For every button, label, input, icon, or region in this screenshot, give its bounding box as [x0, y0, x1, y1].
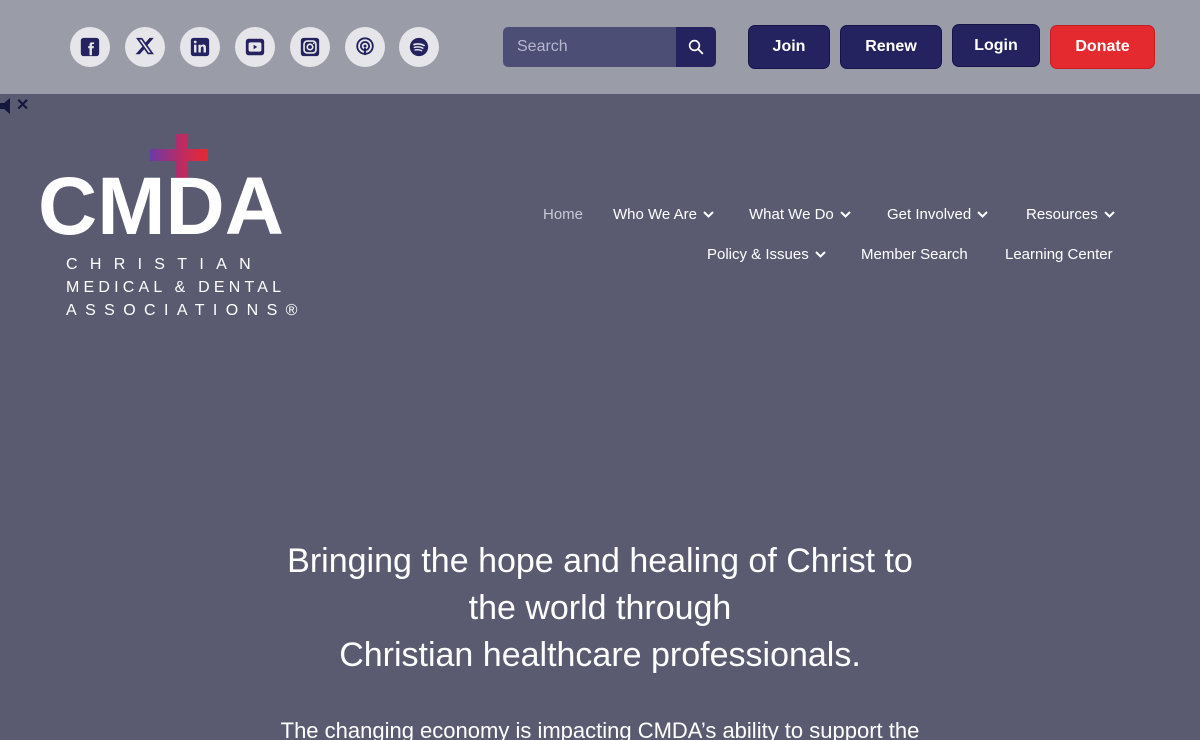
- chevron-down-icon: [1103, 211, 1115, 218]
- top-bar: Join Renew Login Donate: [0, 0, 1200, 94]
- nav-what-we-do[interactable]: What We Do: [749, 206, 851, 223]
- chevron-down-icon: [815, 251, 826, 258]
- nav-resources[interactable]: Resources: [1026, 206, 1115, 223]
- nav-who-we-are[interactable]: Who We Are: [613, 206, 714, 223]
- hero-line-2: the world through: [468, 589, 732, 627]
- search-icon: [688, 39, 704, 55]
- hero-line-1: Bringing the hope and healing of Christ …: [287, 542, 913, 580]
- nav-what-we-do-label: What We Do: [749, 206, 834, 223]
- nav-get-involved-label: Get Involved: [887, 206, 972, 223]
- chevron-down-icon: [840, 211, 851, 218]
- mute-toggle[interactable]: ✕: [0, 98, 29, 114]
- logo-line-christian: CHRISTIAN: [66, 256, 263, 273]
- hero-heading: Bringing the hope and healing of Christ …: [200, 538, 1000, 679]
- search-box: [503, 27, 716, 67]
- logo-line-associations: ASSOCIATIONS®: [66, 302, 306, 319]
- economy-notice-text: The changing economy is impacting CMDA’s…: [280, 718, 920, 740]
- instagram-icon[interactable]: [290, 27, 330, 67]
- nav-policy-issues-label: Policy & Issues: [707, 246, 809, 263]
- nav-learning-center[interactable]: Learning Center: [1005, 246, 1113, 263]
- speaker-muted-icon: [0, 98, 10, 114]
- linkedin-icon[interactable]: [180, 27, 220, 67]
- nav-policy-issues[interactable]: Policy & Issues: [707, 246, 826, 263]
- nav-learning-center-label: Learning Center: [1005, 246, 1113, 263]
- x-twitter-icon[interactable]: [125, 27, 165, 67]
- nav-home[interactable]: Home: [543, 206, 583, 223]
- nav-resources-label: Resources: [1026, 206, 1098, 223]
- search-input[interactable]: [503, 27, 676, 67]
- login-button[interactable]: Login: [952, 24, 1040, 67]
- donate-button[interactable]: Donate: [1050, 25, 1155, 69]
- chevron-down-icon: [977, 211, 988, 218]
- renew-button[interactable]: Renew: [840, 25, 942, 69]
- nav-get-involved[interactable]: Get Involved: [887, 206, 988, 223]
- search-button[interactable]: [676, 27, 716, 67]
- nav-member-search-label: Member Search: [861, 246, 968, 263]
- nav-home-label: Home: [543, 206, 584, 223]
- chevron-down-icon: [703, 211, 714, 218]
- nav-member-search[interactable]: Member Search: [861, 246, 968, 263]
- close-icon: ✕: [16, 97, 30, 114]
- hero-line-3: Christian healthcare professionals.: [339, 636, 861, 674]
- cmda-logo[interactable]: CMDA CHRISTIAN MEDICAL & DENTAL ASSOCIAT…: [38, 132, 318, 324]
- nav-who-we-are-label: Who We Are: [613, 206, 697, 223]
- spotify-icon[interactable]: [399, 27, 439, 67]
- join-button[interactable]: Join: [748, 25, 830, 69]
- youtube-icon[interactable]: [235, 27, 275, 67]
- logo-wordmark: CMDA: [38, 161, 284, 252]
- logo-line-medical-dental: MEDICAL & DENTAL: [66, 279, 286, 296]
- facebook-icon[interactable]: [70, 27, 110, 67]
- podcast-icon[interactable]: [345, 27, 385, 67]
